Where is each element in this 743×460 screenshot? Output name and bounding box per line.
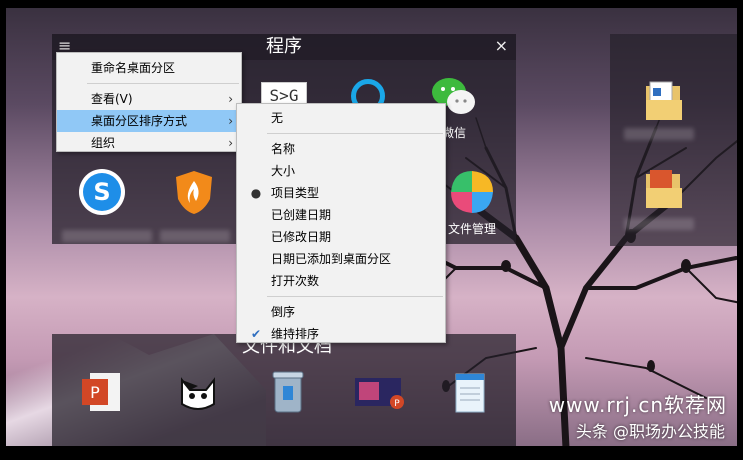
menu-separator xyxy=(87,83,239,84)
sort-option-date-added[interactable]: 日期已添加到桌面分区 xyxy=(237,248,445,270)
menu-item-organize[interactable]: 组织 › xyxy=(57,132,241,154)
notepad-icon xyxy=(444,366,496,418)
svg-text:P: P xyxy=(394,399,400,409)
sort-option-date-created[interactable]: 已创建日期 xyxy=(237,204,445,226)
presentation-file[interactable]: P xyxy=(340,366,420,418)
sort-option-keep-sorted[interactable]: ✔ 维持排序 xyxy=(237,323,445,345)
checkmark-icon: ✔ xyxy=(250,327,262,341)
menu-separator xyxy=(267,133,443,134)
menu-item-label: 维持排序 xyxy=(271,327,320,341)
menu-item-label: 日期已添加到桌面分区 xyxy=(271,252,392,266)
menu-item-label: 名称 xyxy=(271,142,296,156)
menu-item-label: 无 xyxy=(271,111,284,125)
sogou-browser-icon: S xyxy=(76,166,128,218)
menu-separator xyxy=(267,296,443,297)
radio-dot-icon: ● xyxy=(250,186,262,200)
recycle-bin[interactable] xyxy=(248,366,328,418)
app-sogou-browser[interactable]: S xyxy=(62,166,142,218)
menu-item-label: 大小 xyxy=(271,164,296,178)
sort-option-size[interactable]: 大小 xyxy=(237,160,445,182)
menu-item-label: 重命名桌面分区 xyxy=(91,61,176,75)
watermark-author: 头条 @职场办公技能 xyxy=(575,422,725,441)
presentation-thumbnail-icon: P xyxy=(354,366,406,418)
menu-item-label: 倒序 xyxy=(271,305,296,319)
chevron-right-icon: › xyxy=(228,136,233,150)
fence-context-menu: 重命名桌面分区 查看(V) › 桌面分区排序方式 › 组织 › xyxy=(56,52,242,152)
file-manager-icon xyxy=(446,166,498,218)
sort-option-reverse[interactable]: 倒序 xyxy=(237,301,445,323)
sort-option-name[interactable]: 名称 xyxy=(237,138,445,160)
chevron-right-icon: › xyxy=(228,92,233,106)
powerpoint-icon: P xyxy=(76,366,128,418)
sort-option-date-modified[interactable]: 已修改日期 xyxy=(237,226,445,248)
folder-item[interactable] xyxy=(624,162,704,214)
menu-item-label: 项目类型 xyxy=(271,186,320,200)
menu-item-rename[interactable]: 重命名桌面分区 xyxy=(57,57,241,79)
fence-documents: 文件和文档 P P xyxy=(52,334,516,446)
notepad-file[interactable] xyxy=(430,366,510,418)
recycle-bin-icon xyxy=(262,366,314,418)
close-icon[interactable]: × xyxy=(495,36,508,55)
fence-right xyxy=(610,34,737,246)
folder-icon xyxy=(638,74,690,126)
sort-submenu: 无 名称 大小 ● 项目类型 已创建日期 已修改日期 日期已添加到桌面分区 打开… xyxy=(236,103,446,343)
folder-icon xyxy=(638,162,690,214)
powerpoint-file[interactable]: P xyxy=(62,366,142,418)
desktop: 程序 ≡ × S>G 微信 S 文件管理 文件和文档 P P 重命名桌面分区 查… xyxy=(6,8,737,446)
menu-item-label: 组织 xyxy=(91,136,116,150)
cat-app[interactable] xyxy=(158,366,238,418)
blurred-label xyxy=(160,230,230,242)
menu-item-view[interactable]: 查看(V) › xyxy=(57,88,241,110)
svg-text:P: P xyxy=(90,383,100,402)
sort-option-none[interactable]: 无 xyxy=(237,107,445,129)
app-shield[interactable] xyxy=(154,166,234,218)
blurred-label xyxy=(624,218,694,230)
menu-item-label: 查看(V) xyxy=(91,92,133,106)
menu-item-sort-by[interactable]: 桌面分区排序方式 › xyxy=(57,110,241,132)
sort-option-item-type[interactable]: ● 项目类型 xyxy=(237,182,445,204)
blurred-label xyxy=(62,230,152,242)
menu-item-label: 桌面分区排序方式 xyxy=(91,114,188,128)
blurred-label xyxy=(624,128,694,140)
cat-icon xyxy=(172,366,224,418)
sort-option-open-count[interactable]: 打开次数 xyxy=(237,270,445,292)
menu-item-label: 已修改日期 xyxy=(271,230,332,244)
watermark-site: www.rrj.cn软荐网 xyxy=(548,393,727,417)
menu-item-label: 打开次数 xyxy=(271,274,320,288)
menu-item-label: 已创建日期 xyxy=(271,208,332,222)
chevron-right-icon: › xyxy=(228,114,233,128)
folder-item[interactable] xyxy=(624,74,704,126)
shield-icon xyxy=(168,166,220,218)
